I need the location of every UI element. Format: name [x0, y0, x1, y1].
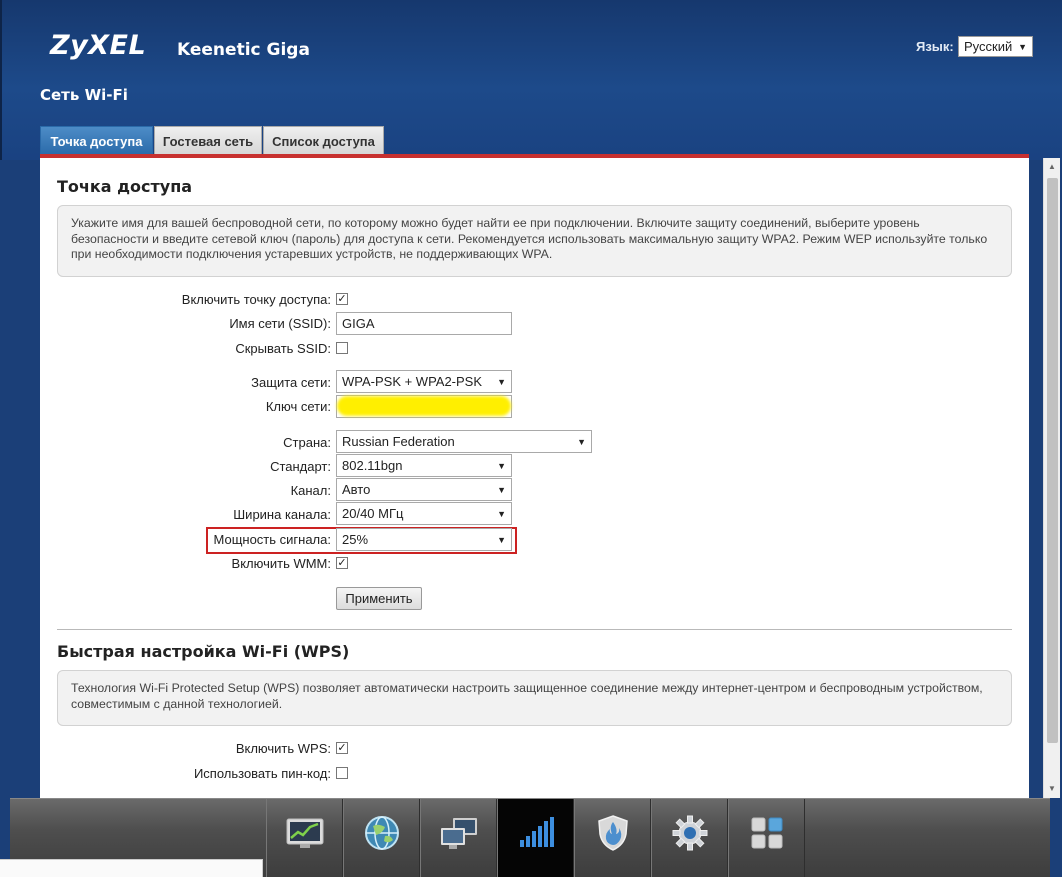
- firewall-shield-icon: [596, 814, 630, 855]
- enable-ap-label: Включить точку доступа:: [181, 292, 331, 307]
- info-box-wps: Технология Wi-Fi Protected Setup (WPS) п…: [57, 670, 1012, 726]
- dock-item-monitor[interactable]: [266, 799, 343, 877]
- security-label: Защита сети:: [251, 375, 331, 390]
- content-panel: Точка доступа Укажите имя для вашей бесп…: [40, 158, 1029, 798]
- chevron-down-icon: ▼: [1018, 41, 1027, 52]
- signal-power-value: 25%: [342, 532, 369, 547]
- language-label: Язык:: [916, 39, 954, 54]
- chevron-down-icon: ▼: [497, 484, 506, 495]
- globe-icon: [363, 814, 401, 855]
- scroll-up-icon[interactable]: ▲: [1048, 162, 1056, 171]
- country-value: Russian Federation: [342, 434, 455, 449]
- pin-code-checkbox[interactable]: [336, 767, 348, 779]
- scroll-thumb[interactable]: [1047, 178, 1058, 743]
- section-title-wps: Быстрая настройка Wi-Fi (WPS): [57, 642, 350, 661]
- monitor-chart-icon: [285, 816, 325, 853]
- wmm-checkbox[interactable]: ✓: [336, 557, 348, 569]
- dock-item-system[interactable]: [651, 799, 728, 877]
- wmm-label: Включить WMM:: [231, 556, 331, 571]
- country-label: Страна:: [283, 435, 331, 450]
- chevron-down-icon: ▼: [497, 376, 506, 387]
- tab-guest-network[interactable]: Гостевая сеть: [154, 126, 262, 155]
- computers-icon: [439, 815, 479, 854]
- browser-status-strip: [0, 859, 263, 877]
- ssid-input[interactable]: GIGA: [336, 312, 512, 335]
- signal-power-label: Мощность сигнала:: [213, 532, 332, 547]
- channel-value: Авто: [342, 482, 371, 497]
- chevron-down-icon: ▼: [497, 534, 506, 545]
- dock-item-security[interactable]: [574, 799, 651, 877]
- scroll-down-icon[interactable]: ▼: [1048, 784, 1056, 793]
- enable-ap-checkbox[interactable]: ✓: [336, 293, 348, 305]
- dock-item-home-network[interactable]: [420, 799, 497, 877]
- scrollbar[interactable]: ▲ ▼: [1043, 158, 1060, 798]
- language-value: Русский: [964, 39, 1013, 54]
- info-box-access-point: Укажите имя для вашей беспроводной сети,…: [57, 205, 1012, 277]
- security-select[interactable]: WPA-PSK + WPA2-PSK ▼: [336, 370, 512, 393]
- channel-select[interactable]: Авто ▼: [336, 478, 512, 501]
- chevron-down-icon: ▼: [497, 508, 506, 519]
- dock-item-apps[interactable]: [728, 799, 805, 877]
- section-divider: [57, 629, 1012, 630]
- signal-power-select[interactable]: 25% ▼: [336, 528, 512, 551]
- chevron-down-icon: ▼: [497, 460, 506, 471]
- chevron-down-icon: ▼: [577, 436, 586, 447]
- ssid-value: GIGA: [342, 316, 375, 331]
- apps-grid-icon: [749, 815, 785, 854]
- channel-width-select[interactable]: 20/40 МГц ▼: [336, 502, 512, 525]
- apply-button[interactable]: Применить: [336, 587, 422, 610]
- standard-label: Стандарт:: [270, 459, 331, 474]
- wifi-signal-icon: [516, 816, 556, 853]
- page-title: Сеть Wi-Fi: [40, 86, 128, 104]
- channel-width-label: Ширина канала:: [233, 507, 331, 522]
- key-redaction-mark: [337, 396, 511, 416]
- enable-wps-checkbox[interactable]: ✓: [336, 742, 348, 754]
- tab-access-list[interactable]: Список доступа: [263, 126, 384, 155]
- language-select[interactable]: Русский ▼: [958, 36, 1033, 57]
- model-name: Keenetic Giga: [177, 40, 310, 60]
- tab-access-point[interactable]: Точка доступа: [40, 126, 153, 155]
- hide-ssid-checkbox[interactable]: [336, 342, 348, 354]
- channel-label: Канал:: [290, 483, 331, 498]
- country-select[interactable]: Russian Federation ▼: [336, 430, 592, 453]
- channel-width-value: 20/40 МГц: [342, 506, 404, 521]
- enable-wps-label: Включить WPS:: [235, 741, 331, 756]
- gear-icon: [671, 814, 709, 855]
- standard-select[interactable]: 802.11bgn ▼: [336, 454, 512, 477]
- security-value: WPA-PSK + WPA2-PSK: [342, 374, 483, 389]
- key-label: Ключ сети:: [265, 399, 331, 414]
- pin-code-label: Использовать пин-код:: [193, 766, 331, 781]
- hide-ssid-label: Скрывать SSID:: [235, 341, 331, 356]
- zyxel-logo: ZyXEL: [50, 30, 147, 61]
- section-title-access-point: Точка доступа: [57, 177, 193, 196]
- dock-item-wifi[interactable]: [497, 799, 574, 877]
- ssid-label: Имя сети (SSID):: [229, 316, 331, 331]
- dock-item-internet[interactable]: [343, 799, 420, 877]
- standard-value: 802.11bgn: [342, 458, 403, 473]
